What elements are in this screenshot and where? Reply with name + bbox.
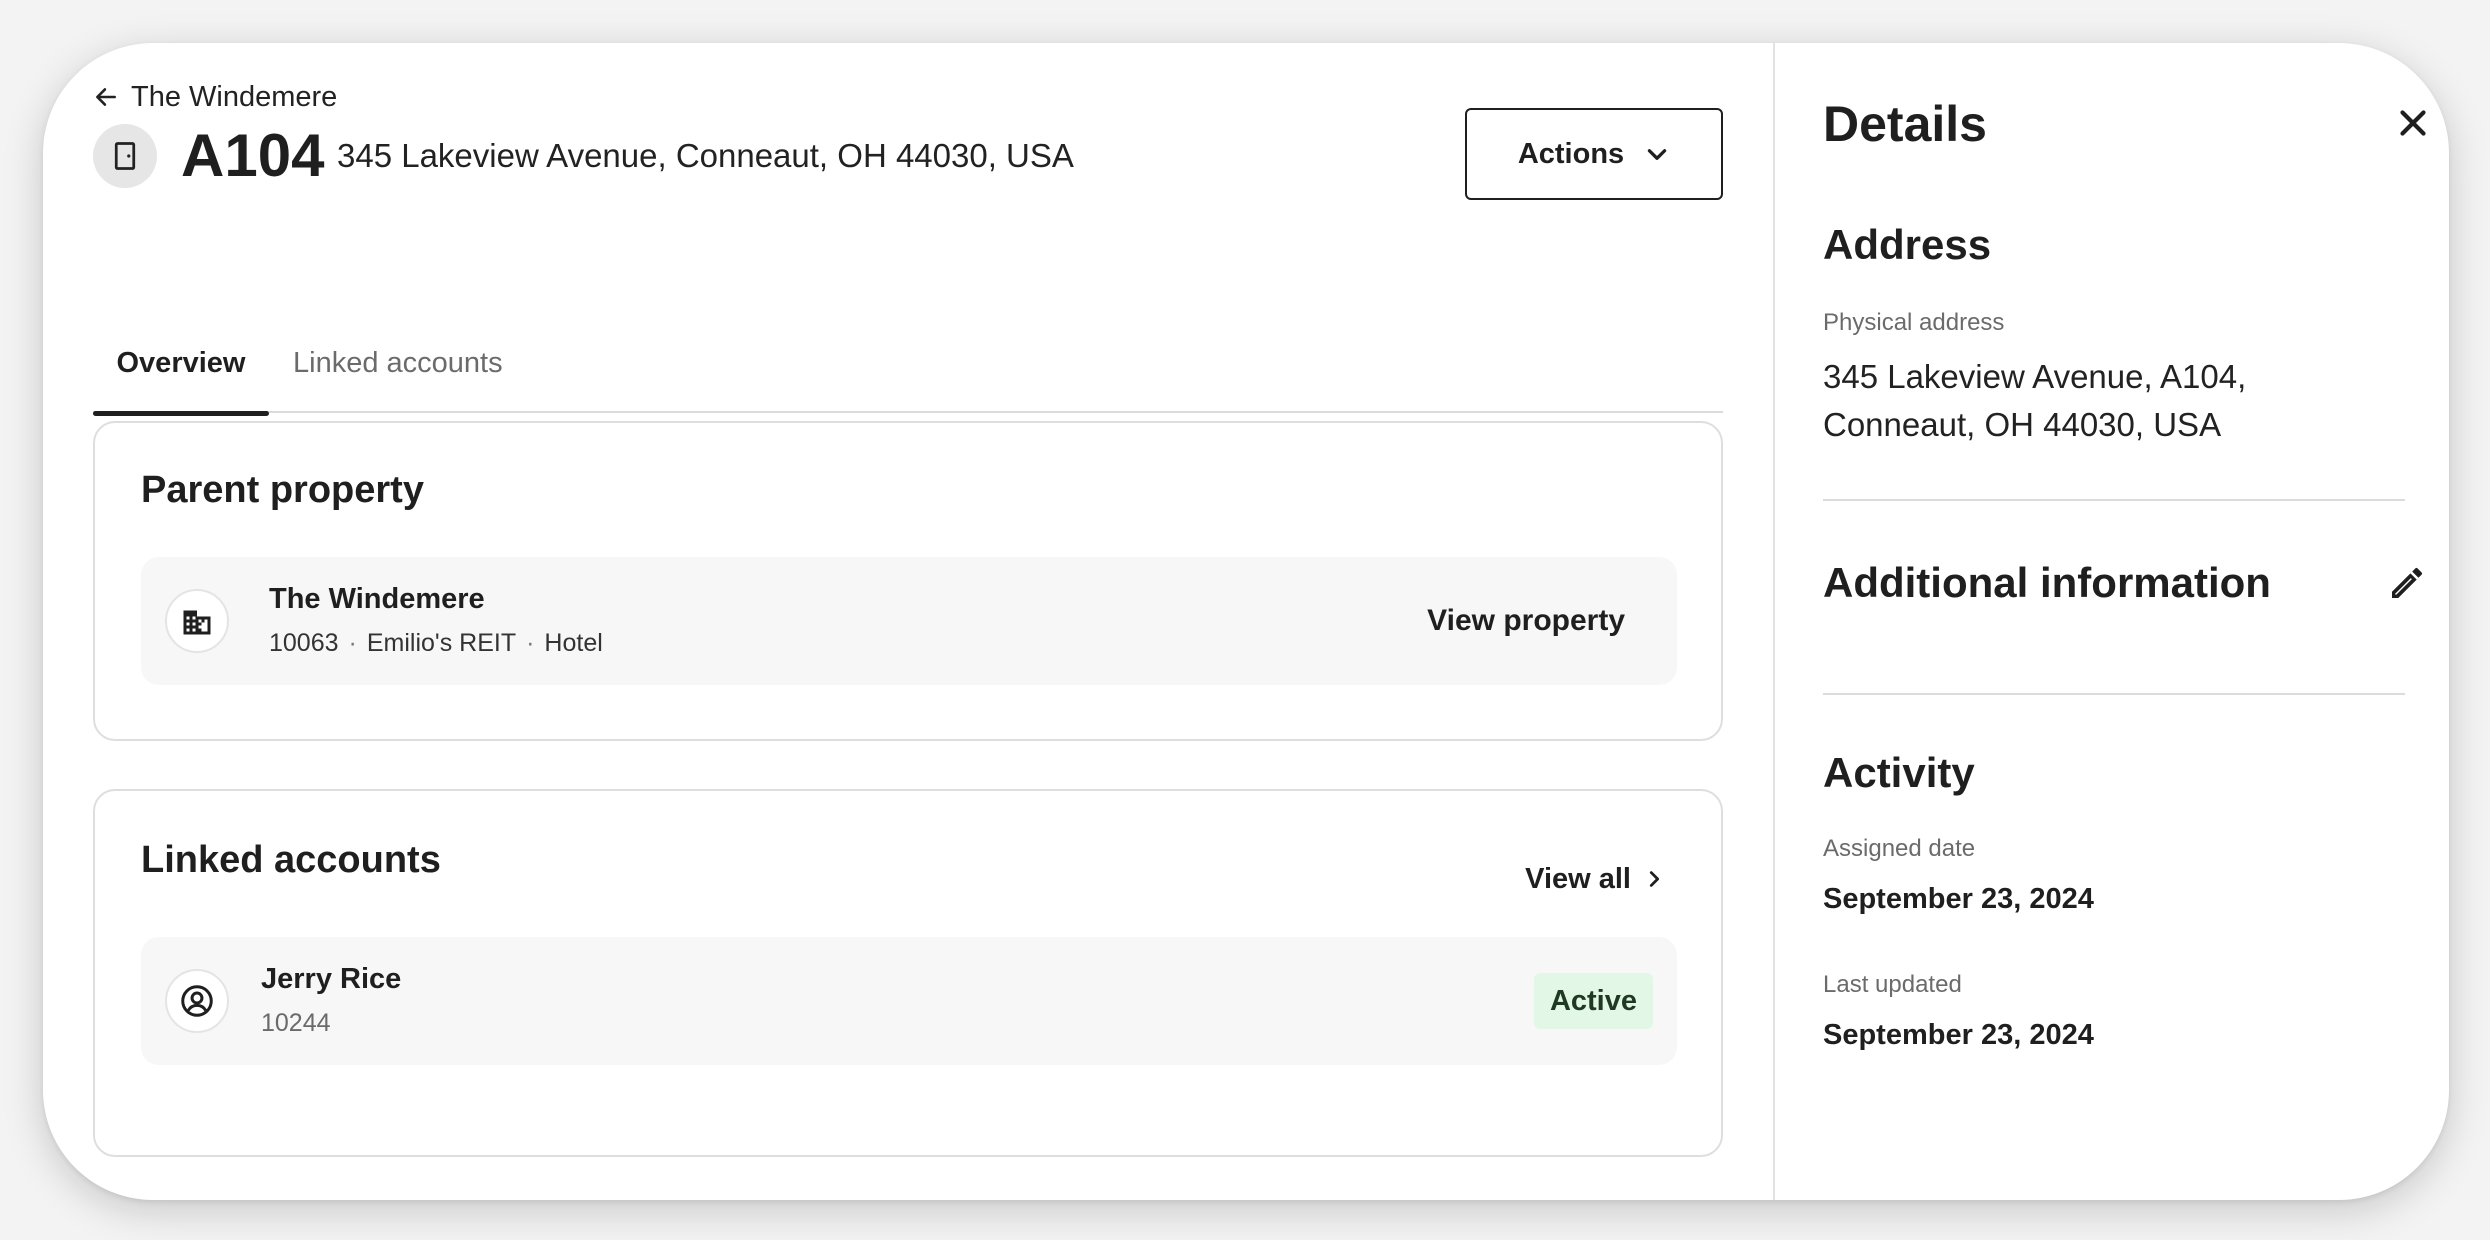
chevron-down-icon bbox=[1647, 149, 1667, 160]
property-owner: Emilio's REIT bbox=[366, 629, 517, 657]
building-icon bbox=[183, 610, 211, 635]
divider bbox=[1823, 693, 2405, 695]
physical-address-value: 345 Lakeview Avenue, A104, Conneaut, OH … bbox=[1823, 353, 2383, 449]
account-name: Jerry Rice bbox=[261, 963, 402, 995]
divider bbox=[1823, 499, 2405, 501]
account-avatar bbox=[165, 969, 229, 1033]
pencil-icon bbox=[2392, 567, 2423, 598]
tab-overview[interactable]: Overview bbox=[93, 313, 269, 416]
details-panel: Details Address Physical address 345 Lak… bbox=[1773, 43, 2449, 1200]
last-updated-value: September 23, 2024 bbox=[1823, 1019, 2094, 1051]
property-avatar bbox=[165, 589, 229, 653]
edit-additional-info-button[interactable] bbox=[2381, 557, 2433, 609]
physical-address-label: Physical address bbox=[1823, 309, 2005, 336]
tab-bar: Overview Linked accounts bbox=[93, 313, 1723, 416]
list-item[interactable]: Jerry Rice 10244 Active bbox=[141, 937, 1677, 1065]
property-id: 10063 bbox=[269, 629, 339, 657]
account-id: 10244 bbox=[261, 1009, 331, 1037]
property-meta: 10063 · Emilio's REIT · Hotel bbox=[269, 629, 603, 658]
actions-button-label: Actions bbox=[1517, 137, 1625, 170]
arrow-left-icon bbox=[96, 88, 116, 106]
property-type: Hotel bbox=[544, 629, 603, 657]
last-updated-label: Last updated bbox=[1823, 971, 1962, 998]
user-circle-icon bbox=[181, 985, 213, 1017]
parent-property-card: Parent property The Windemere 10063 · Emil… bbox=[93, 421, 1723, 741]
page-title: A104 bbox=[181, 122, 325, 189]
physical-address-line2: Conneaut, OH 44030, USA bbox=[1823, 406, 2222, 443]
details-title: Details bbox=[1823, 96, 1987, 152]
close-icon bbox=[2400, 110, 2426, 136]
view-all-label: View all bbox=[1525, 862, 1631, 895]
app-window: The Windemere A104 345 Lakeview Avenue, … bbox=[43, 43, 2449, 1200]
back-link-label: The Windemere bbox=[131, 80, 338, 113]
view-property-button[interactable]: View property bbox=[1427, 597, 1625, 645]
status-badge: Active bbox=[1533, 973, 1653, 1029]
door-icon bbox=[114, 142, 136, 170]
chevron-right-icon bbox=[1649, 871, 1660, 887]
activity-section-title: Activity bbox=[1823, 749, 1975, 796]
linked-accounts-card: Linked accounts View all Jerry Rice 1024… bbox=[93, 789, 1723, 1157]
page-subtitle-address: 345 Lakeview Avenue, Conneaut, OH 44030,… bbox=[337, 137, 1074, 174]
tab-linked-accounts[interactable]: Linked accounts bbox=[293, 313, 503, 413]
parent-property-title: Parent property bbox=[141, 469, 424, 511]
unit-avatar bbox=[93, 124, 157, 188]
view-all-link[interactable]: View all bbox=[1525, 855, 1665, 903]
address-section-title: Address bbox=[1823, 221, 1992, 268]
actions-button[interactable]: Actions bbox=[1465, 108, 1723, 200]
assigned-date-label: Assigned date bbox=[1823, 835, 1976, 862]
meta-separator: · bbox=[348, 629, 357, 657]
additional-info-title: Additional information bbox=[1823, 559, 2271, 606]
back-link[interactable]: The Windemere bbox=[93, 75, 337, 119]
property-name: The Windemere bbox=[269, 583, 485, 615]
physical-address-line1: 345 Lakeview Avenue, A104, bbox=[1823, 358, 2247, 395]
parent-property-row: The Windemere 10063 · Emilio's REIT · Hotel … bbox=[141, 557, 1677, 685]
main-panel: The Windemere A104 345 Lakeview Avenue, … bbox=[43, 43, 1773, 1200]
assigned-date-value: September 23, 2024 bbox=[1823, 883, 2094, 915]
close-button[interactable] bbox=[2387, 97, 2439, 149]
meta-separator: · bbox=[526, 629, 535, 657]
linked-accounts-title: Linked accounts bbox=[141, 839, 441, 881]
